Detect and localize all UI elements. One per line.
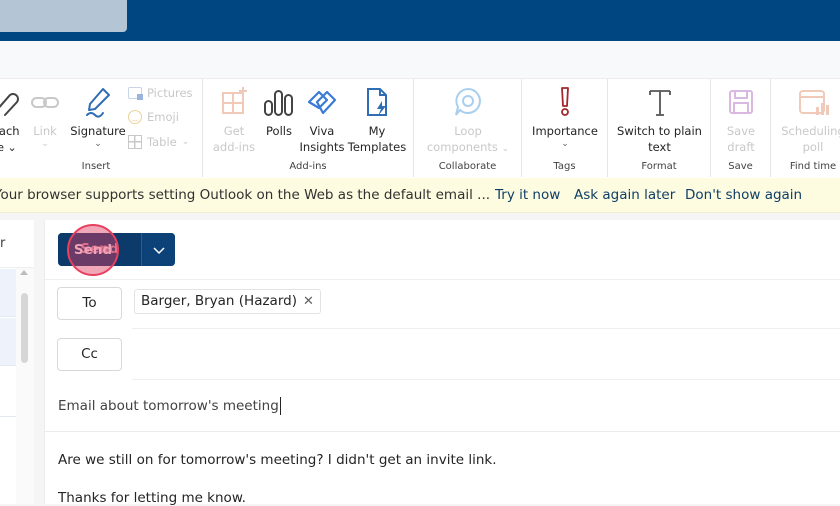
ribbon: tach e ⌄ Link ⌄ Signature ⌄ Pictures ‿ E… bbox=[0, 78, 840, 178]
ask-again-later-link[interactable]: Ask again later bbox=[574, 178, 675, 213]
ribbon-group-addins: Get add-ins Polls Viva Insights My Templ… bbox=[203, 79, 414, 177]
switch-to-plain-text-button[interactable]: Switch to plain text bbox=[608, 85, 711, 155]
group-label-tags: Tags bbox=[553, 161, 576, 172]
attach-label: tach bbox=[0, 124, 20, 138]
ribbon-group-find-time: Scheduling poll Find time bbox=[771, 79, 840, 177]
text-format-icon bbox=[648, 90, 671, 116]
ribbon-group-save: Save draft Save bbox=[711, 79, 771, 177]
send-options-dropdown[interactable] bbox=[142, 233, 175, 266]
subject-field[interactable]: Email about tomorrow's meeting bbox=[45, 382, 840, 432]
emoji-button[interactable]: ‿ Emoji bbox=[128, 107, 179, 127]
save-disk-icon bbox=[729, 90, 753, 114]
table-button[interactable]: Table ⌄ bbox=[128, 132, 189, 152]
ribbon-tab-strip bbox=[0, 41, 840, 78]
link-icon bbox=[31, 97, 59, 108]
message-list-item[interactable] bbox=[0, 269, 16, 317]
chevron-down-icon: ⌄ bbox=[41, 139, 49, 149]
viva-insights-button[interactable]: Viva Insights bbox=[299, 85, 345, 155]
polls-icon bbox=[264, 90, 293, 116]
send-button[interactable]: Send bbox=[58, 233, 142, 266]
cc-button[interactable]: Cc bbox=[57, 338, 122, 371]
ribbon-group-tags: Importance ⌄ Tags bbox=[522, 79, 608, 177]
picture-icon bbox=[128, 87, 143, 100]
add-apps-icon bbox=[222, 87, 247, 114]
signature-pen-icon bbox=[86, 88, 110, 118]
signature-button[interactable]: Signature ⌄ bbox=[64, 85, 132, 149]
notice-message: Your browser supports setting Outlook on… bbox=[0, 187, 491, 203]
message-list-item[interactable] bbox=[0, 367, 16, 417]
search-box[interactable] bbox=[0, 0, 127, 32]
viva-insights-icon bbox=[307, 90, 337, 115]
try-it-now-link[interactable]: Try it now bbox=[495, 178, 560, 213]
ribbon-group-insert: tach e ⌄ Link ⌄ Signature ⌄ Pictures ‿ E… bbox=[0, 79, 203, 177]
link-button[interactable]: Link ⌄ bbox=[28, 85, 62, 149]
group-label-format: Format bbox=[641, 161, 677, 172]
my-templates-button[interactable]: My Templates bbox=[347, 85, 407, 155]
group-label-save: Save bbox=[728, 161, 753, 172]
scheduling-poll-button[interactable]: Scheduling poll bbox=[771, 85, 840, 155]
recipient-name: Barger, Bryan (Hazard) bbox=[141, 293, 297, 309]
group-label-find-time: Find time bbox=[789, 161, 837, 172]
emoji-icon: ‿ bbox=[128, 110, 142, 124]
cc-input[interactable] bbox=[132, 330, 840, 380]
group-label-addins: Add-ins bbox=[289, 161, 327, 172]
group-label-collaborate: Collaborate bbox=[438, 161, 497, 172]
attach-file-button[interactable]: tach e ⌄ bbox=[0, 85, 24, 155]
send-button-group: Send bbox=[58, 233, 175, 266]
to-button[interactable]: To bbox=[57, 287, 122, 320]
message-body-editor[interactable]: Are we still on for tomorrow's meeting? … bbox=[45, 433, 840, 506]
body-line: Are we still on for tomorrow's meeting? … bbox=[58, 452, 497, 468]
app-header-bar bbox=[0, 0, 840, 41]
signature-label: Signature bbox=[70, 124, 126, 138]
ribbon-group-format: Switch to plain text Format bbox=[608, 79, 711, 177]
default-mail-notice-bar: Your browser supports setting Outlook on… bbox=[0, 178, 840, 213]
dont-show-again-link[interactable]: Don't show again bbox=[685, 178, 802, 213]
scrollbar-thumb[interactable] bbox=[21, 293, 28, 363]
templates-icon bbox=[367, 88, 387, 116]
scroll-up-arrow-icon[interactable] bbox=[20, 270, 28, 275]
loop-components-button[interactable]: Loop components ⌄ bbox=[414, 85, 522, 157]
get-addins-button[interactable]: Get add-ins bbox=[209, 85, 259, 155]
group-label-insert: Insert bbox=[81, 161, 111, 172]
table-icon bbox=[128, 135, 142, 149]
polls-label: Polls bbox=[266, 124, 292, 138]
remove-recipient-icon[interactable]: ✕ bbox=[303, 290, 314, 313]
table-label: Table bbox=[147, 135, 177, 149]
message-list-item[interactable] bbox=[0, 318, 16, 366]
compose-pane: Send To Barger, Bryan (Hazard) ✕ Cc Emai… bbox=[44, 220, 840, 506]
subject-input[interactable]: Email about tomorrow's meeting bbox=[58, 397, 281, 415]
chevron-down-icon: ⌄ bbox=[94, 139, 102, 149]
importance-label: Importance bbox=[532, 124, 598, 138]
ribbon-group-collaborate: Loop components ⌄ Collaborate bbox=[414, 79, 522, 177]
pictures-button[interactable]: Pictures bbox=[128, 83, 193, 103]
recipient-chip[interactable]: Barger, Bryan (Hazard) ✕ bbox=[134, 289, 321, 314]
polls-button[interactable]: Polls bbox=[257, 85, 301, 139]
loop-icon bbox=[455, 87, 481, 116]
paperclip-icon bbox=[0, 93, 19, 116]
save-draft-button[interactable]: Save draft bbox=[711, 85, 771, 155]
exclamation-icon bbox=[561, 87, 569, 116]
importance-button[interactable]: Importance ⌄ bbox=[522, 85, 608, 149]
divider bbox=[132, 328, 840, 329]
emoji-label: Emoji bbox=[147, 110, 179, 124]
cc-field-row: Cc bbox=[45, 330, 840, 380]
message-list-pane: r bbox=[0, 220, 34, 504]
pictures-label: Pictures bbox=[147, 86, 193, 100]
link-label: Link bbox=[33, 124, 57, 138]
chevron-down-icon: ⌄ bbox=[181, 137, 190, 147]
scheduling-poll-icon bbox=[799, 90, 829, 115]
to-field-row: To Barger, Bryan (Hazard) ✕ bbox=[45, 279, 840, 329]
chevron-down-icon bbox=[152, 246, 165, 254]
chevron-down-icon: ⌄ bbox=[561, 139, 569, 149]
message-list-header: r bbox=[0, 220, 34, 268]
